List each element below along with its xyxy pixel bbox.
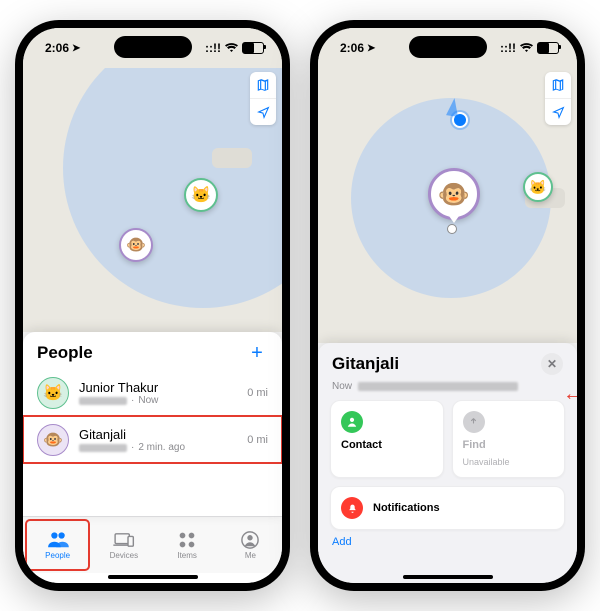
avatar: 🐱 xyxy=(37,377,69,409)
wifi-icon xyxy=(520,43,533,53)
cellular-mode: ::!! xyxy=(205,41,221,55)
wifi-icon xyxy=(225,43,238,53)
sheet-title: Gitanjali xyxy=(332,354,399,374)
map-action-stack xyxy=(545,72,571,125)
tab-people[interactable]: People xyxy=(26,520,89,570)
tab-items[interactable]: Items xyxy=(156,517,219,573)
notifications-card[interactable]: Notifications xyxy=(330,486,565,530)
people-sheet[interactable]: People + 🐱 Junior Thakur · Now 0 mi 🐵 Gi… xyxy=(23,332,282,516)
add-notification-link[interactable]: Add xyxy=(318,532,577,550)
me-icon xyxy=(239,530,261,550)
map-action-stack xyxy=(250,72,276,125)
people-icon xyxy=(47,530,69,550)
contact-icon xyxy=(341,411,363,433)
find-icon xyxy=(463,411,485,433)
home-indicator[interactable] xyxy=(403,575,493,579)
add-person-button[interactable]: + xyxy=(246,342,268,364)
person-row[interactable]: 🐱 Junior Thakur · Now 0 mi xyxy=(23,370,282,416)
heading-beam xyxy=(446,97,460,116)
pin-ground-dot xyxy=(447,224,457,234)
map-mode-button[interactable] xyxy=(545,72,571,98)
contact-card[interactable]: Contact xyxy=(330,400,444,478)
person-row-highlighted[interactable]: 🐵 Gitanjali · 2 min. ago 0 mi xyxy=(23,416,282,463)
avatar: 🐵 xyxy=(37,424,69,456)
tab-devices[interactable]: Devices xyxy=(92,517,155,573)
last-seen-time: Now xyxy=(332,381,352,392)
phone-left: 2:06 ➤ ::!! 🐱 🐵 xyxy=(15,20,290,591)
items-icon xyxy=(176,530,198,550)
find-card[interactable]: Find Unavailable xyxy=(452,400,566,478)
person-detail-sheet[interactable]: Gitanjali ✕ Now ← Contact xyxy=(318,343,577,583)
person-name: Gitanjali xyxy=(79,427,237,442)
map-locate-button[interactable] xyxy=(250,98,276,125)
battery-icon xyxy=(242,42,264,54)
location-services-icon: ➤ xyxy=(367,43,375,54)
map-mode-button[interactable] xyxy=(250,72,276,98)
person-pin-junior[interactable]: 🐱 xyxy=(184,178,218,212)
person-pin-junior[interactable]: 🐱 xyxy=(523,172,553,202)
sheet-title: People xyxy=(37,343,93,363)
annotation-arrow-icon: ← xyxy=(563,383,577,406)
tab-me[interactable]: Me xyxy=(219,517,282,573)
blurred-address xyxy=(358,382,518,391)
cellular-mode: ::!! xyxy=(500,41,516,55)
person-distance: 0 mi xyxy=(247,434,268,446)
home-indicator[interactable] xyxy=(108,575,198,579)
phone-right: 2:06 ➤ ::!! 🐱 🐵 xyxy=(310,20,585,591)
status-time: 2:06 xyxy=(45,41,69,55)
blurred-location xyxy=(79,444,127,452)
map-locate-button[interactable] xyxy=(545,98,571,125)
map-area[interactable]: 🐱 🐵 xyxy=(23,68,282,332)
close-sheet-button[interactable]: ✕ xyxy=(541,353,563,375)
location-services-icon: ➤ xyxy=(72,43,80,54)
person-pin-gitanjali[interactable]: 🐵 xyxy=(119,228,153,262)
person-name: Junior Thakur xyxy=(79,380,237,395)
devices-icon xyxy=(113,530,135,550)
battery-icon xyxy=(537,42,559,54)
person-pin-gitanjali-selected[interactable]: 🐵 xyxy=(428,168,480,220)
bell-icon xyxy=(341,497,363,519)
status-time: 2:06 xyxy=(340,41,364,55)
map-area[interactable]: 🐱 🐵 xyxy=(318,68,577,343)
dynamic-island xyxy=(114,36,192,58)
blurred-location xyxy=(79,397,127,405)
tab-bar: People Devices Items Me xyxy=(23,516,282,573)
person-distance: 0 mi xyxy=(247,387,268,399)
dynamic-island xyxy=(409,36,487,58)
